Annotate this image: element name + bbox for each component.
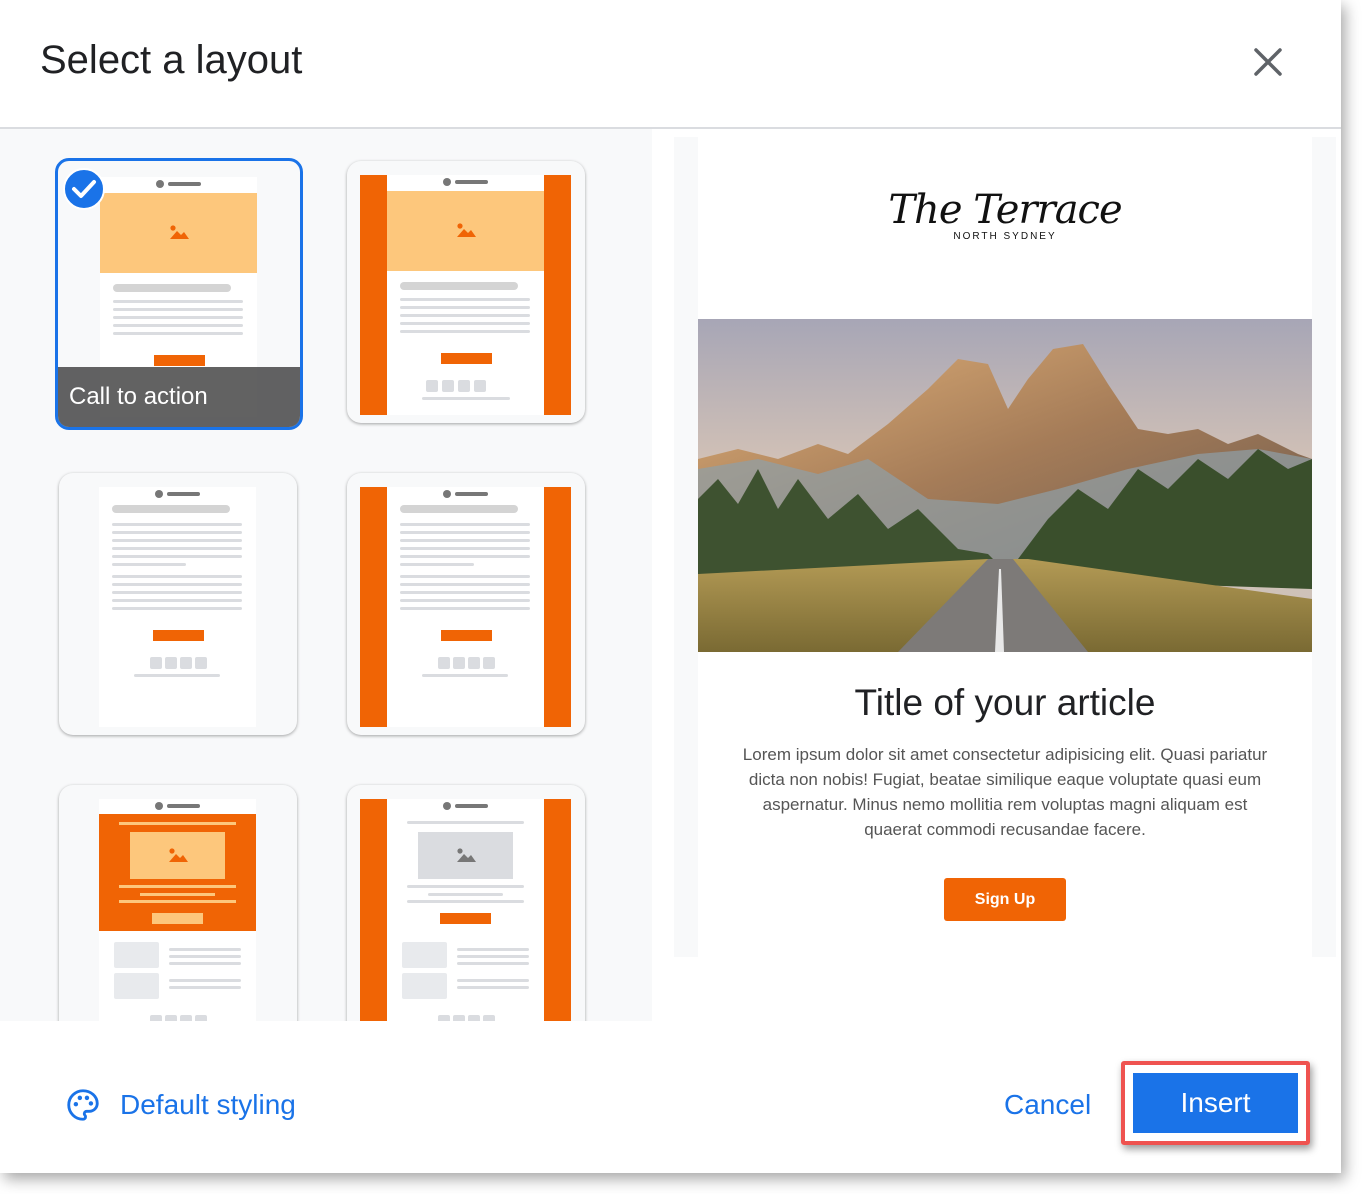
default-styling-label: Default styling	[120, 1089, 296, 1120]
layout-thumbnail	[99, 487, 256, 727]
palette-icon	[67, 1089, 99, 1121]
default-styling-button[interactable]: Default styling	[64, 1085, 296, 1125]
layout-card-3[interactable]	[59, 473, 297, 735]
checkmark-icon	[63, 168, 105, 210]
dialog-title: Select a layout	[40, 38, 303, 82]
insert-button[interactable]: Insert	[1133, 1073, 1298, 1133]
hero-block	[100, 193, 257, 273]
sign-up-button[interactable]: Sign Up	[944, 878, 1066, 921]
layout-card-6[interactable]	[347, 785, 585, 1021]
layout-list[interactable]: Call to action	[0, 129, 652, 1021]
image-icon	[457, 848, 476, 862]
close-icon	[1254, 48, 1282, 76]
layout-card-2[interactable]	[347, 161, 585, 423]
close-button[interactable]	[1246, 40, 1290, 84]
layout-thumbnail	[387, 175, 544, 415]
layout-card-call-to-action[interactable]: Call to action	[55, 158, 303, 430]
image-icon	[169, 848, 188, 862]
layout-thumbnail	[387, 799, 544, 1021]
image-icon	[457, 223, 476, 237]
insert-highlight: Insert	[1121, 1061, 1310, 1145]
article-title: Title of your article	[854, 682, 1156, 723]
dialog-header: Select a layout	[0, 0, 1341, 129]
layout-caption: Call to action	[58, 367, 300, 427]
layout-preview-panel: The Terrace NORTH SYDNEY Title of your a…	[652, 129, 1341, 1021]
select-layout-dialog: Select a layout Call to action The Terra…	[0, 0, 1341, 1173]
layout-thumbnail	[99, 799, 256, 1021]
image-icon	[170, 225, 189, 239]
brand-logo: The Terrace NORTH SYDNEY	[888, 187, 1122, 242]
article-body: Lorem ipsum dolor sit amet consectetur a…	[742, 745, 1268, 839]
dialog-footer: Default styling Cancel Insert	[0, 1021, 1341, 1173]
layout-card-5[interactable]	[59, 785, 297, 1021]
hero-photo	[698, 319, 1312, 652]
email-preview: The Terrace NORTH SYDNEY Title of your a…	[698, 137, 1312, 957]
layout-card-4[interactable]	[347, 473, 585, 735]
layout-thumbnail	[387, 487, 544, 727]
cancel-button[interactable]: Cancel	[1004, 1089, 1091, 1121]
